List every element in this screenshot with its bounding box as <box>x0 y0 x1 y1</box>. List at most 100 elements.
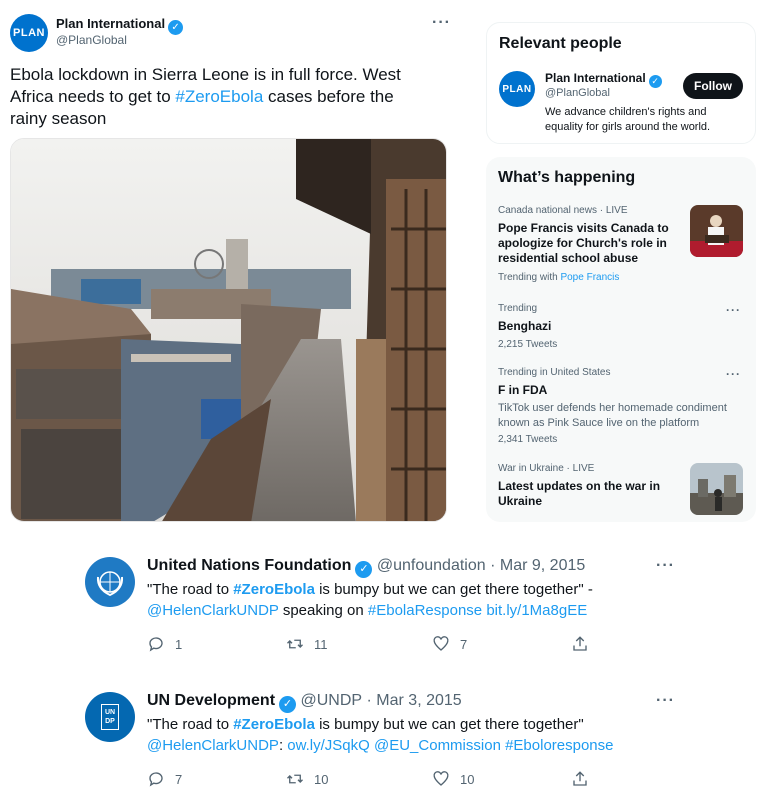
trend-item[interactable]: Canada national news · LIVE Pope Francis… <box>498 205 754 289</box>
person-avatar[interactable]: PLAN <box>499 71 535 107</box>
trend-more-icon[interactable]: ··· <box>726 367 741 381</box>
retweet-action[interactable]: 11 <box>286 635 328 653</box>
trend-thumbnail <box>690 205 743 257</box>
pope-thumbnail-image <box>690 205 743 257</box>
reply-text: "The road to #ZeroEbola is bumpy but we … <box>147 579 667 621</box>
plan-avatar[interactable]: PLAN <box>10 14 48 52</box>
avatar-text: PLAN <box>13 27 45 39</box>
more-dots-icon[interactable]: ··· <box>432 14 451 32</box>
url-link[interactable]: bit.ly/1Ma8gEE <box>486 602 587 619</box>
reply-count: 7 <box>175 771 183 787</box>
reply-text-part: is bumpy but we can get there together" <box>314 716 584 733</box>
retweet-icon <box>287 639 303 649</box>
undp-logo-box: UN DP <box>101 704 119 730</box>
reply-text-part: is bumpy but we can get there together" … <box>314 581 593 598</box>
reply-author-handle[interactable]: @unfoundation <box>377 557 486 574</box>
reply-date[interactable]: · Mar 3, 2015 <box>367 692 462 709</box>
like-action[interactable]: 10 <box>432 770 474 788</box>
more-dots-icon[interactable]: ··· <box>656 557 675 575</box>
like-count: 7 <box>460 636 468 652</box>
trending-with-link[interactable]: Pope Francis <box>560 272 619 283</box>
trend-meta: Trending <box>498 303 538 314</box>
reply-header: UN Development ✓ @UNDP · Mar 3, 2015 <box>147 692 462 713</box>
share-icon <box>573 636 587 651</box>
trend-more-icon[interactable]: ··· <box>726 303 741 317</box>
person-name[interactable]: Plan International <box>545 71 646 85</box>
reply-action[interactable]: 1 <box>147 635 182 653</box>
share-action[interactable] <box>571 635 589 653</box>
un-emblem-icon <box>96 571 124 597</box>
reply-tweet[interactable]: United Nations Foundation ✓ @unfoundation… <box>0 545 781 665</box>
reply-author-handle[interactable]: @UNDP <box>300 692 362 709</box>
retweet-icon <box>287 774 303 784</box>
reply-text: "The road to #ZeroEbola is bumpy but we … <box>147 714 667 756</box>
trend-title: F in FDA <box>498 383 548 397</box>
hashtag-link[interactable]: #Eboloresponse <box>505 737 613 754</box>
retweet-count: 11 <box>314 636 328 652</box>
heart-icon <box>433 636 449 651</box>
trend-title: Pope Francis visits Canada to apologize … <box>498 221 669 265</box>
reply-line-2: @HelenClarkUNDP: ow.ly/JSqkQ @EU_Commiss… <box>147 735 667 756</box>
trend-item[interactable]: Trending in United States F in FDA TikTo… <box>498 367 754 449</box>
mention-link[interactable]: @EU_Commission <box>374 737 501 754</box>
reply-header: United Nations Foundation ✓ @unfoundation… <box>147 557 585 578</box>
trend-title: Benghazi <box>498 319 552 333</box>
share-action[interactable] <box>571 770 589 788</box>
trend-count: 2,341 Tweets <box>498 434 558 445</box>
retweet-action[interactable]: 10 <box>286 770 328 788</box>
reply-tweet[interactable]: UN DP UN Development ✓ @UNDP · Mar 3, 201… <box>0 680 781 800</box>
reply-text-part: "The road to <box>147 716 234 733</box>
un-foundation-avatar[interactable] <box>85 557 135 607</box>
reply-line-1: "The road to #ZeroEbola is bumpy but we … <box>147 714 667 735</box>
avatar-text: PLAN <box>502 83 532 95</box>
author-name[interactable]: Plan International <box>56 16 165 31</box>
trend-item[interactable]: War in Ukraine · LIVE Latest updates on … <box>498 463 754 521</box>
undp-avatar[interactable]: UN DP <box>85 692 135 742</box>
trending-with: Trending with Pope Francis <box>498 272 754 283</box>
reply-line-1: "The road to #ZeroEbola is bumpy but we … <box>147 579 667 600</box>
trend-item[interactable]: Trending Benghazi 2,215 Tweets ··· <box>498 303 754 353</box>
mention-link[interactable]: @HelenClarkUNDP <box>147 602 279 619</box>
reply-text-part: "The road to <box>147 581 234 598</box>
trend-title: Latest updates on the war in Ukraine <box>498 479 661 508</box>
trend-count: 2,215 Tweets <box>498 339 558 350</box>
person-handle[interactable]: @PlanGlobal <box>545 87 610 99</box>
mention-link[interactable]: @HelenClarkUNDP <box>147 737 279 754</box>
person-bio: We advance children's rights and equalit… <box>545 106 711 133</box>
relevant-people-panel: Relevant people PLAN Plan International ✓… <box>486 22 756 144</box>
person-name-row[interactable]: Plan International ✓ <box>545 71 662 88</box>
share-icon <box>573 771 587 786</box>
trend-description: TikTok user defends her homemade condime… <box>498 402 727 429</box>
reply-icon <box>149 637 163 652</box>
reply-action[interactable]: 7 <box>147 770 182 788</box>
reply-line-2: @HelenClarkUNDP speaking on #EbolaRespon… <box>147 600 667 621</box>
tweet-photo[interactable] <box>10 138 447 522</box>
like-action[interactable]: 7 <box>432 635 467 653</box>
verified-badge-icon: ✓ <box>168 20 184 35</box>
tweet-text: Ebola lockdown in Sierra Leone is in ful… <box>10 64 435 130</box>
ukraine-thumbnail-image <box>690 463 743 515</box>
avatar-text: UN DP <box>104 709 116 725</box>
reply-icon <box>149 772 163 787</box>
hashtag-link[interactable]: #ZeroEbola <box>175 87 263 106</box>
hashtag-link[interactable]: #ZeroEbola <box>233 581 315 598</box>
author-handle[interactable]: @PlanGlobal <box>56 33 127 47</box>
more-dots-icon[interactable]: ··· <box>656 692 675 710</box>
reply-author-name[interactable]: United Nations Foundation <box>147 557 351 574</box>
reply-author-name[interactable]: UN Development <box>147 692 275 709</box>
whats-happening-panel: What’s happening Canada national news · … <box>486 157 756 522</box>
retweet-count: 10 <box>314 771 329 787</box>
reply-count: 1 <box>175 636 183 652</box>
url-link[interactable]: ow.ly/JSqkQ <box>287 737 370 754</box>
trend-thumbnail <box>690 463 743 515</box>
whats-happening-title: What’s happening <box>498 169 636 186</box>
verified-badge-icon: ✓ <box>355 561 373 578</box>
hashtag-link[interactable]: #ZeroEbola <box>233 716 315 733</box>
hashtag-link[interactable]: #EbolaResponse <box>368 602 482 619</box>
follow-button[interactable]: Follow <box>683 73 743 99</box>
relevant-people-title: Relevant people <box>499 35 622 52</box>
like-count: 10 <box>460 771 475 787</box>
verified-badge-icon: ✓ <box>648 75 662 88</box>
street-photo-illustration <box>11 139 446 521</box>
reply-date[interactable]: · Mar 9, 2015 <box>490 557 585 574</box>
